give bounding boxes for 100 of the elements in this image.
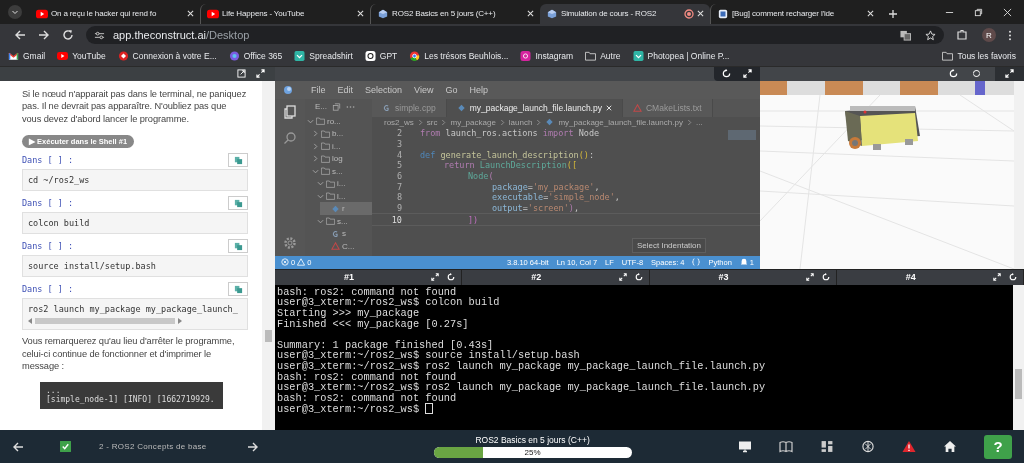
address-bar[interactable]: app.theconstruct.ai/Desktop (86, 26, 944, 45)
bookmark[interactable]: GPT (364, 51, 398, 62)
breadcrumb-item[interactable]: my_package_launch_file.launch.py (558, 117, 683, 127)
back-arrow-icon[interactable] (14, 29, 26, 42)
bookmark[interactable]: Photopea | Online P... (632, 51, 730, 62)
translate-icon[interactable] (900, 29, 911, 41)
browser-tab[interactable]: Simulation de cours - ROS2 (540, 3, 710, 24)
code-cell[interactable]: cd ~/ros2_ws (22, 169, 248, 192)
close-icon[interactable] (187, 10, 194, 18)
menu-item[interactable]: View (414, 84, 434, 95)
explorer-item[interactable]: i... (310, 139, 372, 153)
new-tab-icon[interactable] (888, 8, 898, 19)
explorer-item[interactable]: C... (320, 239, 372, 253)
expand-icon[interactable] (805, 273, 814, 282)
bookmark[interactable]: Instagram (520, 51, 574, 62)
close-icon[interactable] (527, 10, 534, 18)
explorer-item[interactable]: i... (315, 177, 372, 190)
code-cell[interactable]: source install/setup.bash (22, 255, 248, 278)
menu-item[interactable]: File (311, 84, 326, 95)
copy-button[interactable] (228, 196, 248, 211)
more-menu-icon[interactable] (1008, 29, 1012, 41)
star-icon[interactable] (925, 29, 936, 41)
knot-logo-icon[interactable] (861, 440, 875, 454)
copy-button[interactable] (228, 239, 248, 254)
menu-item[interactable]: Edit (337, 84, 354, 95)
terminal-tab[interactable]: #3 (649, 269, 837, 285)
home-icon[interactable] (943, 440, 957, 454)
explorer-item[interactable]: s... (315, 214, 372, 228)
browser-tab[interactable]: Life Happens - YouTube (200, 3, 370, 24)
explorer-item[interactable]: s... (310, 164, 372, 178)
files-icon[interactable] (283, 104, 297, 119)
vertical-scrollbar[interactable] (1013, 284, 1024, 431)
code-cell[interactable]: colcon build (22, 212, 248, 235)
terminal-tab[interactable]: #1 (275, 269, 463, 285)
breadcrumb-item[interactable]: launch (508, 117, 533, 127)
breadcrumb-item[interactable]: my_package (450, 117, 496, 127)
bookmark-folder[interactable]: Tous les favoris (942, 51, 1016, 62)
close-icon[interactable] (867, 10, 874, 18)
vertical-scrollbar[interactable] (262, 80, 275, 431)
reload-icon[interactable] (62, 29, 74, 42)
tab-title: [Bug] comment recharger l'ide (732, 9, 836, 19)
grid-icon[interactable] (820, 440, 834, 454)
lesson-title[interactable]: 2 - ROS2 Concepts de base (99, 442, 207, 452)
copy-button[interactable] (228, 282, 248, 297)
tab-search-icon[interactable] (8, 4, 22, 19)
forward-arrow-icon[interactable] (246, 440, 259, 453)
explorer-item[interactable]: l... (315, 189, 372, 203)
settings-icon[interactable] (283, 235, 297, 250)
explorer-item[interactable]: log (310, 152, 372, 165)
collapse-all-icon[interactable] (332, 102, 341, 111)
breadcrumb-item[interactable]: ros2_ws (384, 117, 414, 127)
menu-item[interactable]: Help (469, 84, 488, 95)
explorer-item[interactable]: s (320, 227, 372, 240)
menu-item[interactable]: Selection (365, 84, 403, 95)
terminal-tab[interactable]: #2 (462, 269, 650, 285)
browser-tab[interactable]: On a reçu le hacker qui rend fo (30, 3, 200, 24)
terminal-tab[interactable]: #4 (836, 269, 1024, 285)
rotate-icon[interactable] (972, 69, 981, 79)
copy-button[interactable] (228, 153, 248, 168)
expand-icon[interactable] (256, 69, 265, 79)
close-icon[interactable] (605, 104, 612, 111)
code-line: return LaunchDescription([ (444, 160, 578, 171)
search-icon[interactable] (283, 130, 297, 145)
back-arrow-icon[interactable] (12, 440, 24, 453)
expand-icon[interactable] (1005, 69, 1014, 79)
terminal-line: Finished <<< my_package [0.27s] (277, 318, 469, 330)
browser-tab[interactable]: [Bug] comment recharger l'ide (710, 3, 880, 24)
close-icon[interactable] (357, 10, 364, 18)
bookmark[interactable]: Spreadshirt (294, 51, 353, 62)
puzzle-icon[interactable] (956, 29, 968, 42)
bookmark[interactable]: Autre (585, 51, 621, 62)
close-icon[interactable] (1003, 7, 1012, 17)
monitor-icon[interactable] (738, 440, 752, 454)
bookmark[interactable]: Gmail (8, 51, 46, 62)
restore-icon[interactable] (974, 7, 983, 17)
scroll-right-icon[interactable] (178, 317, 182, 324)
breadcrumb-item[interactable]: ... (695, 117, 703, 127)
forward-arrow-icon[interactable] (38, 29, 50, 42)
explorer-item[interactable]: ro... (305, 114, 372, 128)
open-external-icon[interactable] (237, 69, 246, 79)
code-cell[interactable]: ros2 launch my_package my_package_launch_ (22, 298, 248, 331)
bookmark[interactable]: Office 365 (228, 51, 283, 62)
close-icon[interactable] (697, 10, 704, 18)
menu-item[interactable]: Go (445, 84, 458, 95)
explorer-item[interactable]: b... (310, 127, 372, 140)
scroll-left-icon[interactable] (28, 317, 32, 324)
terminal-line: user@3_xterm:~/ros2_ws$ source install/setup.bash (277, 350, 580, 361)
youtube-icon (57, 51, 69, 62)
breadcrumb-item[interactable]: src (426, 117, 438, 127)
expand-icon[interactable] (743, 69, 752, 79)
warning-icon[interactable] (902, 440, 916, 454)
bookmark[interactable]: YouTube (57, 51, 106, 62)
help-button[interactable]: ? (984, 434, 1012, 459)
expand-icon[interactable] (431, 273, 440, 282)
book-icon[interactable] (779, 440, 793, 454)
expand-icon[interactable] (993, 273, 1001, 282)
profile-avatar[interactable]: R (982, 28, 996, 43)
expand-icon[interactable] (618, 273, 627, 282)
vertical-scrollbar[interactable] (1014, 80, 1024, 269)
robot-simulation-drawing[interactable] (760, 80, 1014, 269)
